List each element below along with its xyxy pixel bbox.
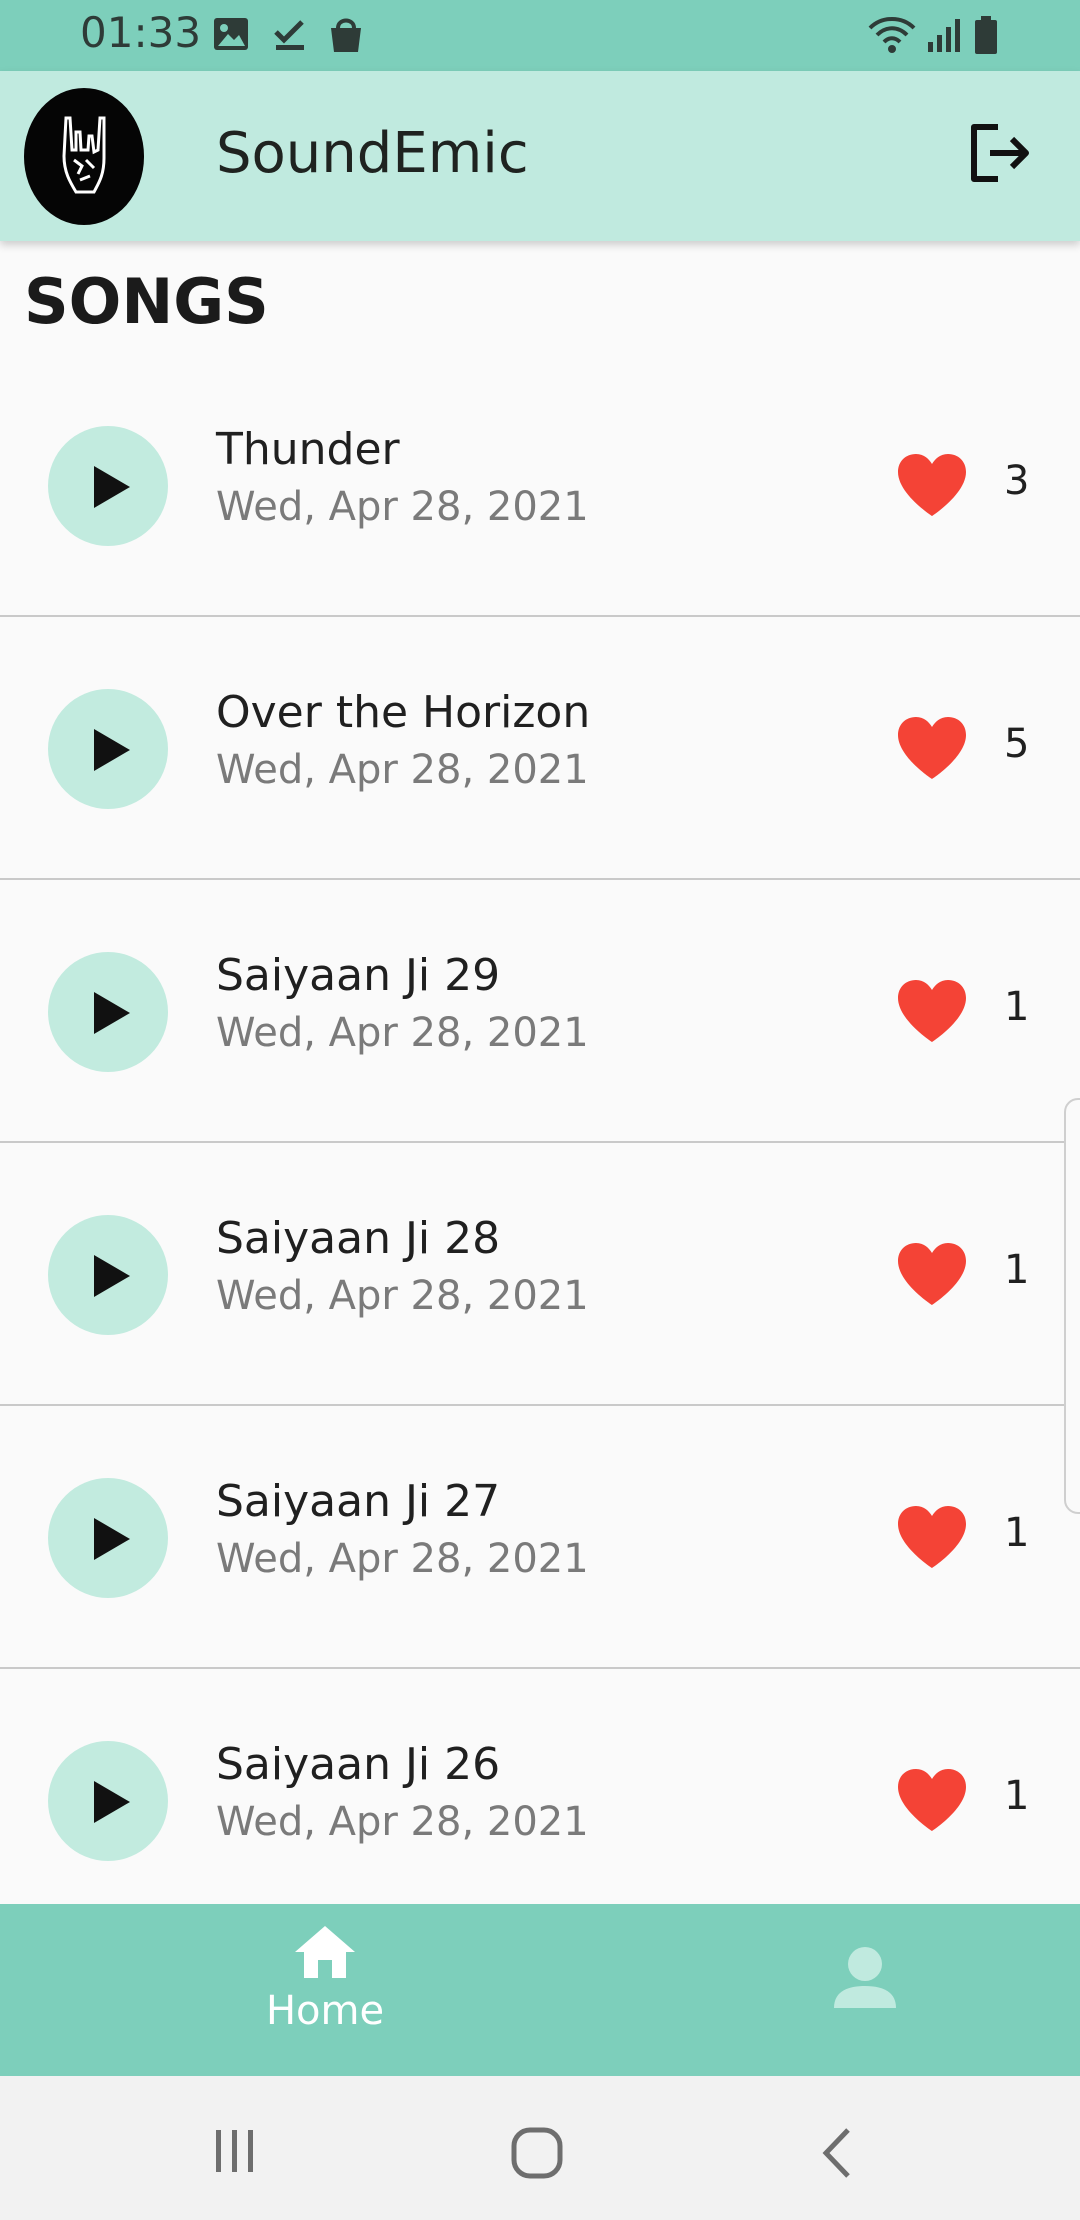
heart-icon[interactable] <box>896 715 968 781</box>
like-count: 1 <box>1004 1773 1030 1819</box>
play-button[interactable] <box>48 1741 168 1861</box>
wifi-icon <box>868 17 916 53</box>
song-date: Wed, Apr 28, 2021 <box>216 1010 589 1056</box>
like-count: 1 <box>1004 1510 1030 1556</box>
scroll-handle[interactable] <box>1064 1098 1080 1514</box>
recent-apps-icon[interactable] <box>210 2126 260 2176</box>
app-title: SoundEmic <box>216 121 529 186</box>
bottom-nav: Home <box>0 1904 1080 2076</box>
song-date: Wed, Apr 28, 2021 <box>216 1273 589 1319</box>
play-button[interactable] <box>48 426 168 546</box>
play-button[interactable] <box>48 952 168 1072</box>
song-title: Saiyaan Ji 28 <box>216 1213 501 1264</box>
system-nav-bar <box>0 2076 1080 2220</box>
nav-home-label: Home <box>265 1988 385 2034</box>
image-icon <box>214 18 248 50</box>
play-icon <box>94 992 130 1034</box>
check-icon <box>274 20 304 50</box>
play-icon <box>94 1255 130 1297</box>
play-icon <box>94 466 130 508</box>
back-icon[interactable] <box>818 2126 858 2180</box>
like-count: 1 <box>1004 984 1030 1030</box>
status-time: 01:33 <box>80 8 202 57</box>
song-title: Thunder <box>216 424 400 475</box>
song-row[interactable]: Thunder Wed, Apr 28, 2021 3 <box>0 354 1080 617</box>
person-icon[interactable] <box>820 1934 910 2024</box>
song-date: Wed, Apr 28, 2021 <box>216 1799 589 1845</box>
song-date: Wed, Apr 28, 2021 <box>216 1536 589 1582</box>
song-row[interactable]: Saiyaan Ji 27 Wed, Apr 28, 2021 1 <box>0 1406 1080 1669</box>
like-count: 3 <box>1004 458 1030 504</box>
signal-icon <box>928 19 960 52</box>
song-date: Wed, Apr 28, 2021 <box>216 747 589 793</box>
shopping-bag-icon <box>331 18 361 52</box>
like-count: 1 <box>1004 1247 1030 1293</box>
status-bar: 01:33 <box>0 0 1080 71</box>
song-date: Wed, Apr 28, 2021 <box>216 484 589 530</box>
song-title: Over the Horizon <box>216 687 591 738</box>
song-row[interactable]: Saiyaan Ji 28 Wed, Apr 28, 2021 1 <box>0 1143 1080 1406</box>
play-icon <box>94 1518 130 1560</box>
song-row[interactable]: Over the Horizon Wed, Apr 28, 2021 5 <box>0 617 1080 880</box>
heart-icon[interactable] <box>896 978 968 1044</box>
play-button[interactable] <box>48 689 168 809</box>
section-title: SONGS <box>24 265 269 338</box>
app-bar: SoundEmic <box>0 71 1080 241</box>
song-row[interactable]: Saiyaan Ji 29 Wed, Apr 28, 2021 1 <box>0 880 1080 1143</box>
play-icon <box>94 729 130 771</box>
home-icon <box>295 1926 355 1978</box>
app-logo <box>24 88 144 225</box>
nav-home-tab[interactable]: Home <box>220 1924 430 2064</box>
song-row[interactable]: Saiyaan Ji 26 Wed, Apr 28, 2021 1 <box>0 1669 1080 1904</box>
heart-icon[interactable] <box>896 1241 968 1307</box>
song-list[interactable]: Thunder Wed, Apr 28, 2021 3 Over the Hor… <box>0 354 1080 1904</box>
play-icon <box>94 1781 130 1823</box>
song-title: Saiyaan Ji 27 <box>216 1476 501 1527</box>
heart-icon[interactable] <box>896 452 968 518</box>
song-title: Saiyaan Ji 29 <box>216 950 501 1001</box>
heart-icon[interactable] <box>896 1504 968 1570</box>
battery-icon <box>975 16 997 54</box>
logout-icon[interactable] <box>968 123 1032 183</box>
rock-hand-icon <box>62 116 106 194</box>
song-title: Saiyaan Ji 26 <box>216 1739 501 1790</box>
home-circle-icon[interactable] <box>510 2126 564 2180</box>
heart-icon[interactable] <box>896 1767 968 1833</box>
play-button[interactable] <box>48 1215 168 1335</box>
like-count: 5 <box>1004 721 1030 767</box>
play-button[interactable] <box>48 1478 168 1598</box>
